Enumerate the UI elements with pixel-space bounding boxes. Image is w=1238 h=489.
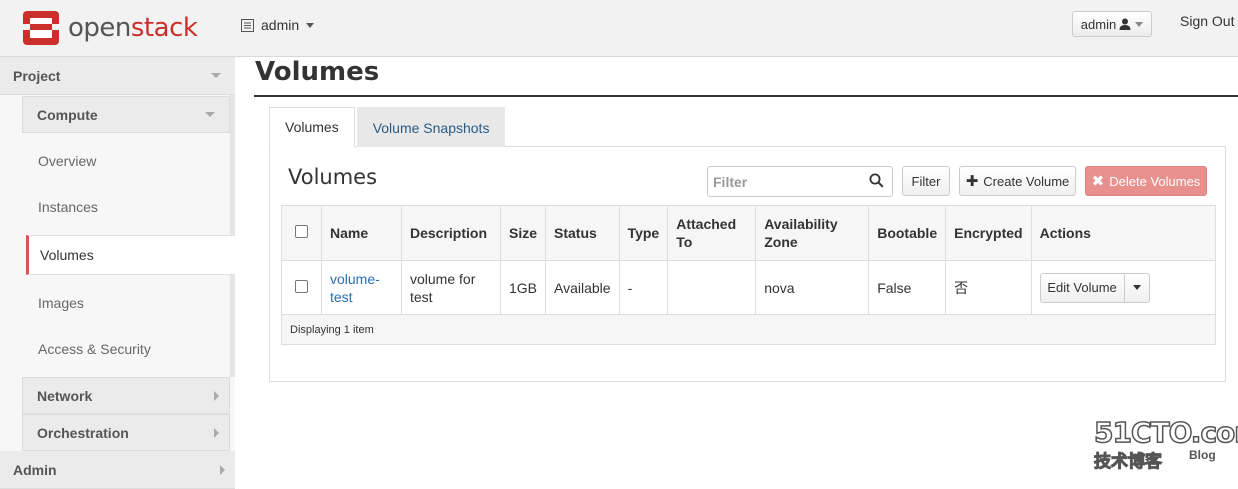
tab-volume-snapshots[interactable]: Volume Snapshots [356,107,506,147]
create-volume-label: Create Volume [983,173,1070,189]
column-header[interactable]: Bootable [868,205,947,261]
plus-icon: ✚ [965,173,979,190]
column-header[interactable]: Size [499,205,547,261]
table-title: Volumes [288,165,378,189]
edit-volume-button[interactable]: Edit Volume [1041,273,1125,302]
delete-volumes-label: Delete Volumes [1109,173,1201,189]
user-icon [1119,18,1131,30]
search-icon[interactable] [869,173,884,188]
sidebar-group-orchestration[interactable]: Orchestration [22,414,230,451]
chevron-right-icon [214,427,219,438]
chevron-right-icon [214,390,219,401]
sidebar-item-label: Instances [38,199,98,215]
table-footer-row: Displaying 1 item [281,314,1216,345]
sidebar-section-label: Project [13,67,61,84]
brand-open-text: open [68,13,131,43]
user-menu-button[interactable]: admin [1072,11,1152,37]
sidebar-group-label: Compute [37,106,98,123]
chevron-down-icon [211,73,221,78]
sidebar-item-instances[interactable]: Instances [22,187,230,227]
sidebar-section-project[interactable]: Project [0,57,235,95]
project-name: admin [261,17,300,33]
encrypted-cell: 否 [945,260,1032,315]
column-header[interactable]: Availability Zone [755,205,870,261]
watermark-blog: Blog [1189,448,1216,462]
sidebar-section-label: Admin [13,461,57,478]
user-name: admin [1080,16,1117,32]
sign-out-link[interactable]: Sign Out [1180,13,1234,29]
size-cell: 1GB [499,260,547,315]
chevron-down-icon [1132,285,1141,290]
table-row: volume-test volume for test 1GB Availabl… [281,260,1217,315]
page-title: Volumes [255,57,380,87]
column-header: Actions [1030,205,1217,261]
sidebar-item-access-security[interactable]: Access & Security [22,329,230,369]
sidebar-item-label: Overview [38,153,97,169]
chevron-right-icon [220,464,225,475]
table-header-row: Name Description Size Status Type Attach… [281,205,1217,261]
delete-volumes-button[interactable]: ✖ Delete Volumes [1085,166,1207,196]
select-all-checkbox[interactable] [295,225,308,238]
column-header[interactable]: Description [401,205,501,261]
project-switcher[interactable]: admin [241,17,315,33]
tab-bar: Volumes Volume Snapshots [269,107,507,147]
sidebar-item-images[interactable]: Images [22,283,230,323]
watermark-cn: 技术博客 [1093,452,1162,473]
sidebar: Project Compute Overview Instances Volum… [0,57,235,489]
more-actions-toggle[interactable] [1125,274,1149,302]
openstack-logo-icon [23,11,59,45]
top-navbar: openstack admin admin Sign Out [0,0,1238,57]
brand-stack-text: stack [130,13,198,43]
project-list-icon [241,18,254,32]
description-cell: volume for test [401,260,501,315]
filter-input[interactable] [707,166,893,197]
sidebar-item-label: Volumes [40,247,94,263]
title-divider [254,95,1238,97]
chevron-down-icon [1135,21,1144,27]
close-icon: ✖ [1091,173,1105,190]
sidebar-rail [230,275,235,377]
edit-volume-split-button: Edit Volume [1039,272,1150,303]
sidebar-group-compute[interactable]: Compute [22,96,230,133]
sidebar-group-network[interactable]: Network [22,377,230,414]
volume-name-link[interactable]: volume-test [330,271,380,305]
table-footer: Displaying 1 item [281,314,1216,345]
sidebar-item-label: Images [38,295,84,311]
openstack-logo[interactable]: openstack [22,10,198,46]
zone-cell: nova [755,260,870,315]
column-header[interactable]: Encrypted [945,205,1032,261]
column-header[interactable]: Type [618,205,669,261]
watermark-site: 51CTO.com [1093,415,1238,450]
chevron-down-icon [205,112,215,117]
row-checkbox[interactable] [295,279,308,293]
sidebar-item-label: Access & Security [38,341,151,357]
column-header[interactable]: Attached To [667,205,757,261]
name-cell: volume-test [321,260,402,315]
sidebar-item-overview[interactable]: Overview [22,141,230,181]
select-all-header [281,205,322,261]
sidebar-rail [230,95,235,235]
watermark: 51CTO.com 技术博客 Blog [1093,415,1238,473]
chevron-down-icon [306,22,315,28]
sidebar-group-label: Network [37,387,93,404]
attached-to-cell [667,260,757,315]
column-header[interactable]: Name [321,205,402,261]
sidebar-item-volumes[interactable]: Volumes [26,235,235,275]
sidebar-group-label: Orchestration [37,424,129,441]
bootable-cell: False [868,260,947,315]
row-select-cell [281,260,322,315]
status-cell: Available [545,260,620,315]
actions-cell: Edit Volume [1030,260,1217,315]
column-header[interactable]: Status [545,205,620,261]
volumes-table: Name Description Size Status Type Attach… [281,205,1217,345]
tab-volumes[interactable]: Volumes [269,107,355,147]
sidebar-section-admin[interactable]: Admin [0,451,235,489]
filter-button[interactable]: Filter [902,166,950,196]
create-volume-button[interactable]: ✚ Create Volume [959,166,1076,196]
type-cell: - [618,260,669,315]
